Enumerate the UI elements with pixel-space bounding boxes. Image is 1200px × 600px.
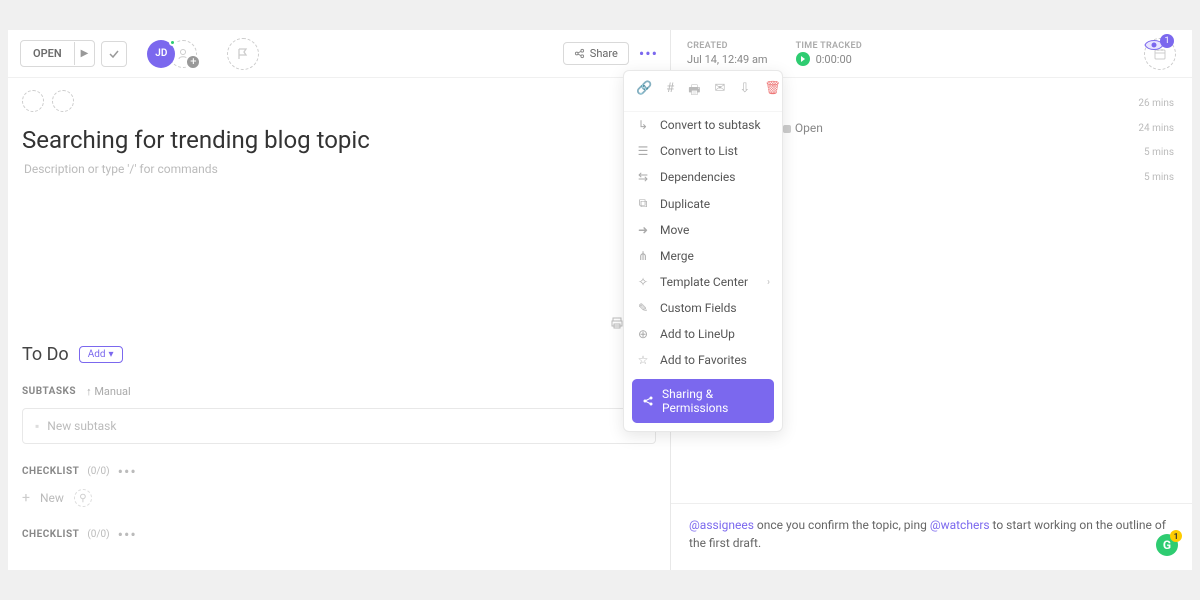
- assignee-stack[interactable]: JD +: [147, 40, 197, 68]
- checklist-new-row[interactable]: + New ⚲: [8, 485, 670, 511]
- checklist-new-label: New: [40, 491, 64, 505]
- merge-icon: ⋔: [636, 249, 650, 263]
- breadcrumb-token[interactable]: [52, 90, 74, 112]
- menu-duplicate[interactable]: ⧉Duplicate: [624, 190, 782, 217]
- print-icon[interactable]: [610, 316, 624, 330]
- more-menu-button[interactable]: •••: [639, 44, 658, 63]
- play-icon[interactable]: [796, 52, 810, 66]
- checklist-menu-icon[interactable]: •••: [118, 462, 137, 481]
- move-icon: ➜: [636, 223, 650, 237]
- status-button[interactable]: OPEN ▶: [20, 40, 95, 67]
- menu-custom-fields[interactable]: ✎Custom Fields: [624, 295, 782, 321]
- subtasks-sort[interactable]: ↑ Manual: [86, 385, 131, 398]
- checklist-title: CHECKLIST: [22, 466, 79, 477]
- comment-input[interactable]: @assignees once you confirm the topic, p…: [671, 503, 1192, 570]
- dependencies-icon: ⇆: [636, 170, 650, 184]
- breadcrumb-token[interactable]: [22, 90, 44, 112]
- link-icon[interactable]: 🔗: [636, 81, 652, 103]
- todo-title: To Do: [22, 344, 69, 365]
- subtasks-header: SUBTASKS ↑ Manual: [8, 371, 670, 404]
- menu-convert-list[interactable]: ☰Convert to List: [624, 138, 782, 164]
- checklist-header: CHECKLIST (0/0) •••: [8, 511, 670, 548]
- add-icon: +: [185, 54, 201, 70]
- hash-icon[interactable]: #: [666, 81, 674, 103]
- priority-button[interactable]: [227, 38, 259, 70]
- menu-move[interactable]: ➜Move: [624, 217, 782, 243]
- description-tools: [8, 316, 670, 338]
- task-detail-pane: OPEN ▶ JD +: [8, 30, 671, 570]
- breadcrumb-row: [8, 78, 670, 112]
- checklist-title: CHECKLIST: [22, 529, 79, 540]
- more-actions-menu: 🔗 # 🖶 ✉ ⇩ 🗑 ↳Convert to subtask ☰Convert…: [623, 70, 783, 432]
- chevron-right-icon: ›: [767, 277, 770, 288]
- todo-header: To Do Add▾ Mine: [8, 338, 670, 371]
- status-pill-open: [783, 125, 791, 133]
- left-topbar: OPEN ▶ JD +: [8, 30, 670, 78]
- list-icon: ☰: [636, 144, 650, 158]
- menu-sharing-permissions[interactable]: Sharing & Permissions: [632, 379, 774, 423]
- description-input[interactable]: Description or type '/' for commands: [8, 162, 670, 176]
- assignee-avatar[interactable]: JD: [147, 40, 175, 68]
- created-value: Jul 14, 12:49 am: [687, 53, 768, 66]
- badge-count: 1: [1170, 530, 1182, 542]
- tracked-value: 0:00:00: [816, 53, 852, 66]
- menu-merge[interactable]: ⋔Merge: [624, 243, 782, 269]
- complete-button[interactable]: [101, 41, 127, 67]
- created-meta: CREATED Jul 14, 12:49 am: [687, 41, 768, 66]
- mention[interactable]: @watchers: [930, 518, 990, 532]
- menu-template-center[interactable]: ✧Template Center›: [624, 269, 782, 295]
- status-caret-icon[interactable]: ▶: [74, 42, 95, 65]
- subtasks-label: SUBTASKS: [22, 386, 76, 397]
- avatar-initials: JD: [155, 48, 167, 59]
- caret-down-icon: ▾: [109, 349, 114, 360]
- star-icon: ☆: [636, 353, 650, 367]
- checklist-count: (0/0): [87, 529, 109, 540]
- trash-icon[interactable]: 🗑: [764, 81, 781, 103]
- plus-icon: +: [22, 490, 30, 506]
- checklist-menu-icon[interactable]: •••: [118, 525, 137, 544]
- fields-icon: ✎: [636, 301, 650, 315]
- share-icon: [642, 395, 654, 407]
- checklist-count: (0/0): [87, 466, 109, 477]
- status-label: OPEN: [21, 41, 74, 66]
- online-status-dot: [169, 39, 176, 46]
- menu-add-favorites[interactable]: ☆Add to Favorites: [624, 347, 782, 373]
- grip-icon: ▪: [35, 419, 39, 433]
- menu-add-lineup[interactable]: ⊕Add to LineUp: [624, 321, 782, 347]
- created-label: CREATED: [687, 41, 768, 51]
- grammarly-badge[interactable]: G1: [1156, 534, 1178, 556]
- share-button[interactable]: Share: [563, 42, 629, 65]
- download-icon[interactable]: ⇩: [739, 81, 750, 103]
- watcher-count: 1: [1160, 34, 1174, 48]
- menu-dependencies[interactable]: ⇆Dependencies: [624, 164, 782, 190]
- assign-icon[interactable]: ⚲: [74, 489, 92, 507]
- mail-icon[interactable]: ✉: [714, 81, 725, 103]
- share-label: Share: [590, 47, 618, 60]
- checklist-header: CHECKLIST (0/0) •••: [8, 448, 670, 485]
- tracked-label: TIME TRACKED: [796, 41, 862, 51]
- time-tracked-meta[interactable]: TIME TRACKED 0:00:00: [796, 41, 862, 66]
- todo-add-button[interactable]: Add▾: [79, 346, 123, 363]
- subtask-icon: ↳: [636, 118, 650, 132]
- mention[interactable]: @assignees: [689, 518, 754, 532]
- duplicate-icon: ⧉: [636, 196, 650, 211]
- new-subtask-input[interactable]: ▪ New subtask: [22, 408, 656, 444]
- template-icon: ✧: [636, 275, 650, 289]
- watchers-button[interactable]: 1: [1144, 38, 1174, 52]
- menu-convert-subtask[interactable]: ↳Convert to subtask: [624, 112, 782, 138]
- lineup-icon: ⊕: [636, 327, 650, 341]
- task-title[interactable]: Searching for trending blog topic: [8, 112, 670, 162]
- print-icon[interactable]: 🖶: [688, 81, 700, 103]
